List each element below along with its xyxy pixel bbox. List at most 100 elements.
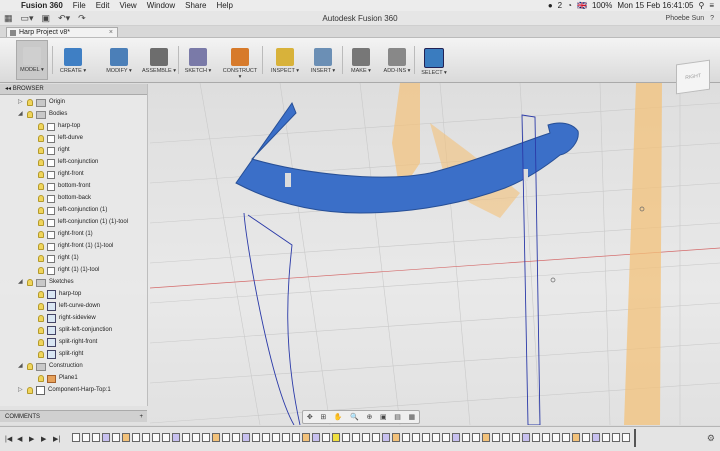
browser-item[interactable]: split-right-front bbox=[38, 337, 97, 348]
browser-item[interactable]: left-curve-down bbox=[38, 301, 100, 312]
timeline-feature[interactable] bbox=[312, 433, 320, 442]
browser-item[interactable]: right (1) bbox=[38, 253, 79, 264]
browser-item[interactable]: left-durve bbox=[38, 133, 83, 144]
expand-toggle-icon[interactable]: ▷ bbox=[18, 97, 24, 108]
toolbar-modify[interactable]: MODIFY ▾ bbox=[104, 42, 134, 80]
menu-file[interactable]: File bbox=[68, 1, 91, 10]
timeline-feature[interactable] bbox=[222, 433, 230, 442]
viewport-layout-icon[interactable]: ▦ bbox=[409, 413, 416, 421]
visibility-bulb-icon[interactable] bbox=[38, 159, 44, 166]
visibility-bulb-icon[interactable] bbox=[38, 231, 44, 238]
timeline-settings-icon[interactable]: ⚙ bbox=[707, 433, 715, 444]
browser-item[interactable]: bottom-front bbox=[38, 181, 90, 192]
timeline-play-icon[interactable]: ▶ bbox=[29, 435, 34, 443]
timeline-feature[interactable] bbox=[242, 433, 250, 442]
timeline-feature[interactable] bbox=[112, 433, 120, 442]
visibility-bulb-icon[interactable] bbox=[38, 219, 44, 226]
timeline-feature[interactable] bbox=[122, 433, 130, 442]
visibility-bulb-icon[interactable] bbox=[38, 243, 44, 250]
timeline-feature[interactable] bbox=[362, 433, 370, 442]
timeline-feature[interactable] bbox=[422, 433, 430, 442]
visibility-bulb-icon[interactable] bbox=[27, 99, 33, 106]
orbit-icon[interactable]: ✥ bbox=[307, 413, 313, 421]
notification-icon[interactable]: ● bbox=[548, 1, 553, 10]
redo-icon[interactable]: ↷ bbox=[74, 13, 90, 24]
timeline-feature[interactable] bbox=[472, 433, 480, 442]
menu-share[interactable]: Share bbox=[180, 1, 211, 10]
timeline-feature[interactable] bbox=[332, 433, 340, 442]
timeline-feature[interactable] bbox=[282, 433, 290, 442]
timeline-feature[interactable] bbox=[502, 433, 510, 442]
grid-icon[interactable]: ⊞ bbox=[320, 413, 326, 421]
menu-view[interactable]: View bbox=[114, 1, 141, 10]
fit-icon[interactable]: ⊕ bbox=[367, 413, 373, 421]
visibility-bulb-icon[interactable] bbox=[38, 171, 44, 178]
visibility-bulb-icon[interactable] bbox=[38, 327, 44, 334]
timeline-feature[interactable] bbox=[562, 433, 570, 442]
sketch-left-curve[interactable] bbox=[243, 212, 295, 425]
menu-help[interactable]: Help bbox=[212, 1, 238, 10]
flag-icon[interactable]: 🇬🇧 bbox=[577, 1, 587, 10]
browser-item[interactable]: split-right bbox=[38, 349, 83, 360]
close-tab-icon[interactable]: × bbox=[109, 28, 113, 38]
visibility-bulb-icon[interactable] bbox=[27, 363, 33, 370]
browser-item[interactable]: right bbox=[38, 145, 70, 156]
visibility-bulb-icon[interactable] bbox=[27, 111, 33, 118]
visibility-bulb-icon[interactable] bbox=[38, 195, 44, 202]
expand-toggle-icon[interactable]: ▷ bbox=[18, 385, 24, 396]
undo-icon[interactable]: ↶▾ bbox=[54, 13, 74, 24]
timeline-feature[interactable] bbox=[342, 433, 350, 442]
user-name[interactable]: Phoebe Sun bbox=[666, 15, 705, 22]
browser-item[interactable]: bottom-back bbox=[38, 193, 91, 204]
browser-item[interactable]: left-conjunction (1) (1)-tool bbox=[38, 217, 128, 228]
timeline-feature[interactable] bbox=[292, 433, 300, 442]
document-tab[interactable]: Harp Project v8* × bbox=[6, 27, 118, 37]
timeline-feature[interactable] bbox=[232, 433, 240, 442]
toolbar-sketch[interactable]: SKETCH ▾ bbox=[184, 42, 212, 80]
browser-item[interactable]: right-front (1) bbox=[38, 229, 93, 240]
timeline-feature[interactable] bbox=[622, 433, 630, 442]
collapse-icon[interactable]: ◂◂ bbox=[5, 86, 13, 92]
timeline-feature[interactable] bbox=[262, 433, 270, 442]
help-icon[interactable]: ? bbox=[710, 15, 714, 22]
timeline-feature[interactable] bbox=[522, 433, 530, 442]
timeline-feature[interactable] bbox=[82, 433, 90, 442]
wifi-icon[interactable]: ◔ bbox=[567, 1, 572, 10]
timeline-feature[interactable] bbox=[212, 433, 220, 442]
add-comment-icon[interactable]: + bbox=[139, 411, 143, 423]
browser-item[interactable]: right-front bbox=[38, 169, 84, 180]
timeline-feature[interactable] bbox=[582, 433, 590, 442]
browser-item[interactable]: right-sideview bbox=[38, 313, 96, 324]
toolbar-create[interactable]: CREATE ▾ bbox=[58, 42, 88, 80]
visibility-bulb-icon[interactable] bbox=[38, 267, 44, 274]
timeline-feature[interactable] bbox=[592, 433, 600, 442]
visibility-bulb-icon[interactable] bbox=[38, 135, 44, 142]
timeline-next-icon[interactable]: ▶ bbox=[41, 435, 46, 443]
browser-item[interactable]: harp-top bbox=[38, 289, 81, 300]
toolbar-make[interactable]: MAKE ▾ bbox=[348, 42, 374, 80]
timeline-feature[interactable] bbox=[192, 433, 200, 442]
timeline-feature[interactable] bbox=[602, 433, 610, 442]
browser-item[interactable]: ◢ Sketches bbox=[18, 277, 74, 288]
timeline-feature[interactable] bbox=[92, 433, 100, 442]
grid-menu-icon[interactable]: ▦ bbox=[0, 13, 17, 24]
visibility-bulb-icon[interactable] bbox=[38, 255, 44, 262]
view-cube[interactable]: RIGHT bbox=[676, 59, 710, 95]
timeline-feature[interactable] bbox=[182, 433, 190, 442]
visibility-bulb-icon[interactable] bbox=[38, 183, 44, 190]
timeline-feature[interactable] bbox=[202, 433, 210, 442]
timeline-feature[interactable] bbox=[552, 433, 560, 442]
timeline-feature[interactable] bbox=[462, 433, 470, 442]
timeline-feature[interactable] bbox=[452, 433, 460, 442]
list-icon[interactable]: ≡ bbox=[709, 1, 714, 10]
browser-header[interactable]: ◂◂ BROWSER bbox=[0, 84, 147, 95]
timeline-feature[interactable] bbox=[442, 433, 450, 442]
timeline-feature[interactable] bbox=[372, 433, 380, 442]
menu-edit[interactable]: Edit bbox=[91, 1, 115, 10]
timeline-feature[interactable] bbox=[322, 433, 330, 442]
pan-icon[interactable]: ✋ bbox=[334, 413, 343, 421]
timeline-last-icon[interactable]: ▶| bbox=[53, 435, 60, 443]
zoom-icon[interactable]: 🔍 bbox=[350, 413, 359, 421]
timeline-feature[interactable] bbox=[152, 433, 160, 442]
visibility-bulb-icon[interactable] bbox=[38, 291, 44, 298]
